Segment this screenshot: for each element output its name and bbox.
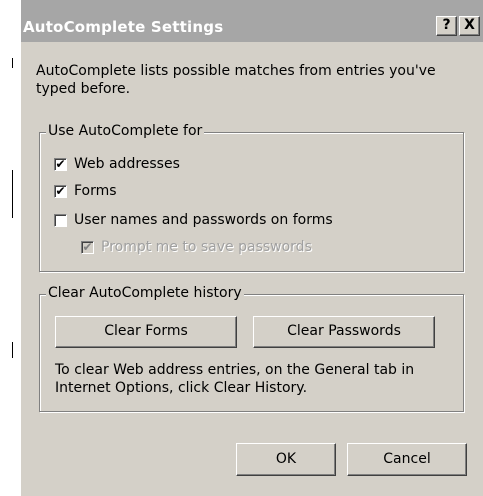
checkbox-prompt-save-passwords-box: ✔ [81,240,94,254]
autocomplete-settings-dialog: AutoComplete Settings ? X AutoComplete l… [20,0,483,496]
description-line-1: AutoComplete lists possible matches from… [36,63,436,79]
background-margin [0,0,20,496]
checkbox-web-addresses-box[interactable]: ✔ [54,158,67,171]
help-icon: ? [442,17,451,33]
checkbox-usernames-passwords-box[interactable] [54,214,67,227]
clear-forms-button[interactable]: Clear Forms [55,316,237,348]
clear-history-legend: Clear AutoComplete history [46,285,244,301]
title-bar[interactable]: AutoComplete Settings ? X [21,0,483,42]
checkbox-label: Prompt me to save passwords [101,239,312,255]
help-button[interactable]: ? [436,16,457,36]
ok-button[interactable]: OK [236,443,336,476]
description-line-2: typed before. [36,81,131,97]
window-title: AutoComplete Settings [23,18,224,36]
use-autocomplete-legend: Use AutoComplete for [46,123,205,139]
margin-artifact [12,170,13,218]
use-autocomplete-group: Use AutoComplete for ✔ Web addresses ✔ F… [39,123,464,272]
cancel-button[interactable]: Cancel [347,443,467,476]
checkbox-label: User names and passwords on forms [74,212,333,228]
checkbox-label: Forms [74,183,117,199]
history-note-line-1: To clear Web address entries, on the Gen… [55,362,415,378]
checkbox-forms-box[interactable]: ✔ [54,185,67,198]
close-button[interactable]: X [459,16,480,36]
clear-passwords-button[interactable]: Clear Passwords [253,316,435,348]
margin-artifact [12,342,13,358]
history-note-line-2: Internet Options, click Clear History. [55,380,308,396]
clear-history-group: Clear AutoComplete history Clear Forms C… [39,285,464,412]
margin-artifact [12,58,13,68]
close-icon: X [464,17,475,33]
checkbox-label: Web addresses [74,156,180,172]
